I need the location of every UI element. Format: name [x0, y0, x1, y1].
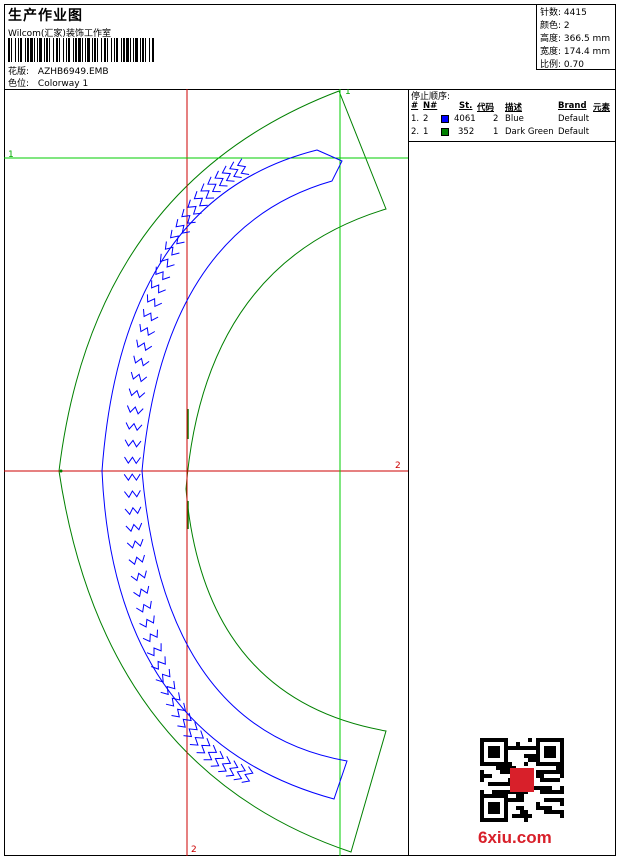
col-element: 元素: [593, 103, 611, 113]
axis-label-green-top: 1: [345, 89, 351, 97]
col-stitches: St.: [459, 101, 473, 111]
colorway-row: 色位: Colorway 1: [8, 76, 88, 89]
col-description: 描述: [505, 103, 523, 113]
stat-colors: 颜色: 2: [540, 21, 570, 31]
stat-width: 宽度: 174.4 mm: [540, 47, 611, 57]
col-index: #: [411, 101, 419, 111]
stat-height: 高度: 366.5 mm: [540, 34, 611, 44]
axis-label-red-bottom: 2: [191, 845, 197, 855]
col-needle: N#: [423, 101, 438, 111]
col-code: 代码: [477, 103, 495, 113]
colorway-value: Colorway 1: [37, 79, 89, 89]
qr-code-icon: [480, 738, 564, 822]
design-canvas[interactable]: 1 1 2 2: [4, 89, 408, 856]
table-divider: [409, 141, 616, 142]
stat-scale: 比例: 0.70: [540, 60, 584, 70]
stitch-band-outline: [101, 149, 348, 800]
colorway-label: 色位:: [8, 79, 30, 89]
origin-marker: [59, 469, 63, 473]
page-title: 生产作业图: [8, 8, 83, 24]
color-swatch: [441, 115, 449, 123]
design-preview: [4, 89, 408, 856]
barcode-icon: [8, 38, 154, 62]
stats-panel: 针数: 4415 颜色: 2 高度: 366.5 mm 宽度: 174.4 mm…: [536, 4, 616, 70]
axis-label-red-right: 2: [395, 461, 401, 471]
header: 生产作业图 Wilcom(汇家)装饰工作室 花版: AZHB6949.EMB 色…: [4, 4, 616, 90]
color-swatch: [441, 128, 449, 136]
col-brand: Brand: [558, 101, 587, 111]
stat-stitches: 针数: 4415: [540, 8, 587, 18]
watermark-logo: 6xiu.com: [478, 828, 552, 847]
axis-label-green-left: 1: [8, 150, 14, 160]
